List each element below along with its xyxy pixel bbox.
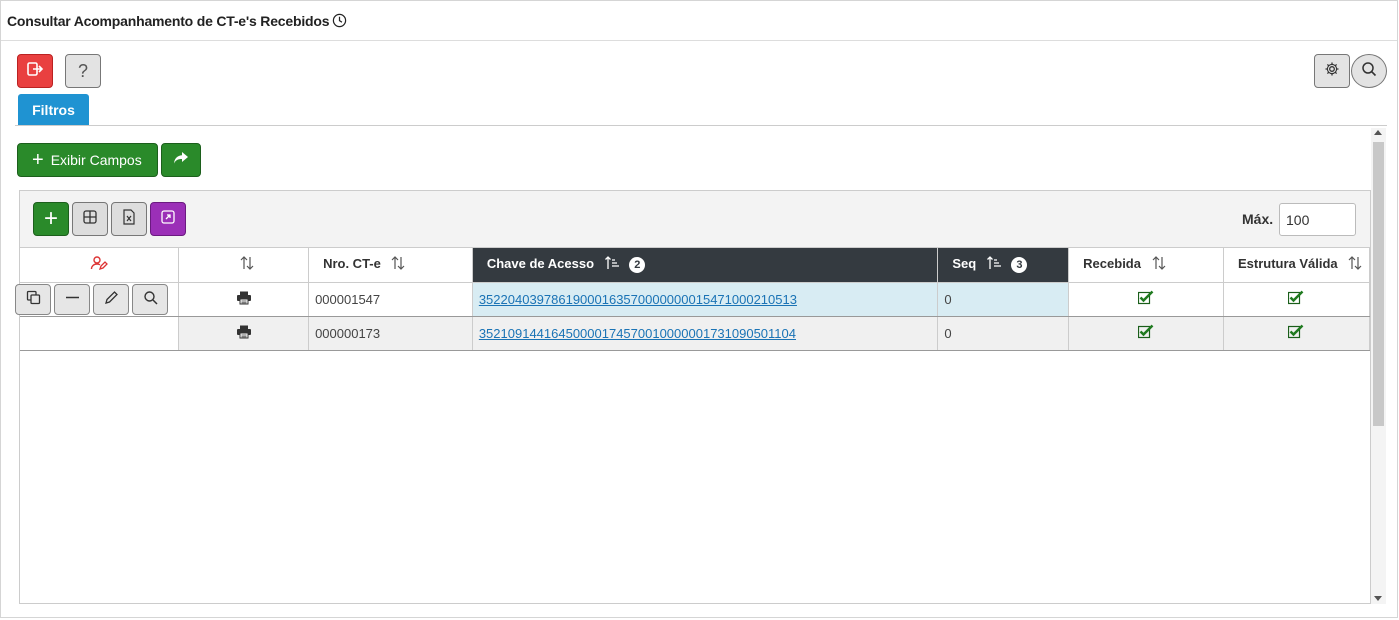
user-edit-icon xyxy=(90,256,109,274)
plus-icon: + xyxy=(43,205,58,232)
page: Consultar Acompanhamento de CT-e's Receb… xyxy=(0,0,1398,618)
search-icon xyxy=(143,290,158,308)
expand-icon xyxy=(160,209,176,230)
scroll-down-arrow[interactable] xyxy=(1374,596,1382,601)
pencil-icon xyxy=(104,290,119,308)
checkmark-icon xyxy=(1288,324,1304,342)
sort-asc-icon xyxy=(986,255,1002,274)
max-input[interactable] xyxy=(1279,203,1356,236)
chave-link[interactable]: 3521091441645000017457001000000173109050… xyxy=(479,326,796,341)
scroll-thumb[interactable] xyxy=(1373,142,1384,426)
share-button[interactable] xyxy=(161,143,201,177)
col-header-recebida[interactable]: Recebida xyxy=(1068,248,1224,283)
cell-chave: 3521091441645000017457001000000173109050… xyxy=(472,316,939,351)
cell-nro: 000001547 xyxy=(308,282,473,317)
print-cell[interactable] xyxy=(178,316,310,351)
print-icon[interactable] xyxy=(236,325,252,342)
clock-icon[interactable] xyxy=(332,13,347,28)
help-button[interactable]: ? xyxy=(65,54,101,88)
exit-button[interactable] xyxy=(17,54,53,88)
cell-recebida xyxy=(1068,316,1224,351)
col-label-estrutura: Estrutura Válida xyxy=(1237,256,1338,272)
sort-both-icon xyxy=(1151,255,1167,274)
checkmark-icon xyxy=(1137,324,1154,342)
row-actions-cell xyxy=(20,316,180,351)
vertical-scrollbar[interactable] xyxy=(1371,128,1386,604)
expand-button[interactable] xyxy=(150,202,186,236)
table-row[interactable]: 000001547 352204039786190001635700000000… xyxy=(15,282,1371,317)
columns-button[interactable] xyxy=(72,202,108,236)
grid-icon xyxy=(82,209,98,230)
export-excel-button[interactable] xyxy=(111,202,147,236)
col-label-nro: Nro. CT-e xyxy=(323,256,381,272)
tab-divider xyxy=(15,125,1387,126)
chave-link[interactable]: 3522040397861900016357000000001547100021… xyxy=(479,292,797,307)
checkmark-icon xyxy=(1288,290,1304,308)
exibir-campos-button[interactable]: + Exibir Campos xyxy=(17,143,158,177)
tab-filtros[interactable]: Filtros xyxy=(18,94,89,125)
scroll-up-arrow[interactable] xyxy=(1374,130,1382,135)
cell-nro: 000000173 xyxy=(308,316,473,351)
cell-chave: 3522040397861900016357000000001547100021… xyxy=(472,282,939,317)
plus-icon: + xyxy=(32,149,44,171)
share-arrow-icon xyxy=(173,151,189,170)
sort-both-icon xyxy=(390,255,406,274)
cell-estrutura xyxy=(1223,282,1371,317)
gear-icon xyxy=(1324,61,1340,82)
col-label-chave: Chave de Acesso xyxy=(486,256,595,272)
view-button[interactable] xyxy=(132,283,168,315)
sort-order-badge: 3 xyxy=(1011,256,1028,273)
sort-both-icon xyxy=(239,255,255,274)
print-icon[interactable] xyxy=(236,291,252,308)
edit-button[interactable] xyxy=(93,283,129,315)
col-header-print[interactable] xyxy=(178,248,310,283)
col-header-actions xyxy=(20,248,180,283)
cell-recebida xyxy=(1068,282,1224,317)
cell-seq: 0 xyxy=(937,316,1070,351)
minus-icon xyxy=(65,290,80,308)
col-header-estrutura[interactable]: Estrutura Válida xyxy=(1223,248,1371,283)
search-icon xyxy=(1361,61,1377,82)
excel-file-icon xyxy=(122,208,136,230)
col-header-nro[interactable]: Nro. CT-e xyxy=(308,248,473,283)
help-label: ? xyxy=(77,60,88,81)
copy-icon xyxy=(26,290,41,308)
print-cell[interactable] xyxy=(178,282,310,317)
search-button[interactable] xyxy=(1351,54,1387,88)
col-header-seq[interactable]: Seq 3 xyxy=(937,248,1070,283)
data-grid: + Máx. 100 Nro. CT-e Chave de Acesso 2 S… xyxy=(15,190,1371,604)
table-header-row: Nro. CT-e Chave de Acesso 2 Seq 3 Recebi… xyxy=(20,248,1371,283)
results-table: Nro. CT-e Chave de Acesso 2 Seq 3 Recebi… xyxy=(15,248,1371,351)
title-bar: Consultar Acompanhamento de CT-e's Receb… xyxy=(1,1,1397,41)
checkmark-icon xyxy=(1137,290,1154,308)
grid-toolbar: + Máx. xyxy=(20,191,1370,248)
col-label-seq: Seq xyxy=(952,256,977,272)
table-row[interactable]: 000000173 352109144164500001745700100000… xyxy=(20,316,1371,351)
row-actions-cell xyxy=(15,282,180,317)
col-header-chave[interactable]: Chave de Acesso 2 xyxy=(472,248,939,283)
remove-button[interactable] xyxy=(54,283,90,315)
add-row-button[interactable]: + xyxy=(33,202,69,236)
sort-asc-icon xyxy=(604,255,620,274)
col-label-recebida: Recebida xyxy=(1083,256,1141,272)
max-label: Máx. xyxy=(1242,211,1274,227)
exit-icon xyxy=(26,60,44,83)
settings-button[interactable] xyxy=(1314,54,1350,88)
cell-seq: 0 xyxy=(937,282,1070,317)
exibir-campos-label: Exibir Campos xyxy=(50,152,142,168)
copy-button[interactable] xyxy=(15,283,51,315)
sort-both-icon xyxy=(1347,255,1363,274)
page-title: Consultar Acompanhamento de CT-e's Receb… xyxy=(7,12,330,29)
cell-estrutura xyxy=(1223,316,1371,351)
sort-order-badge: 2 xyxy=(629,256,646,273)
